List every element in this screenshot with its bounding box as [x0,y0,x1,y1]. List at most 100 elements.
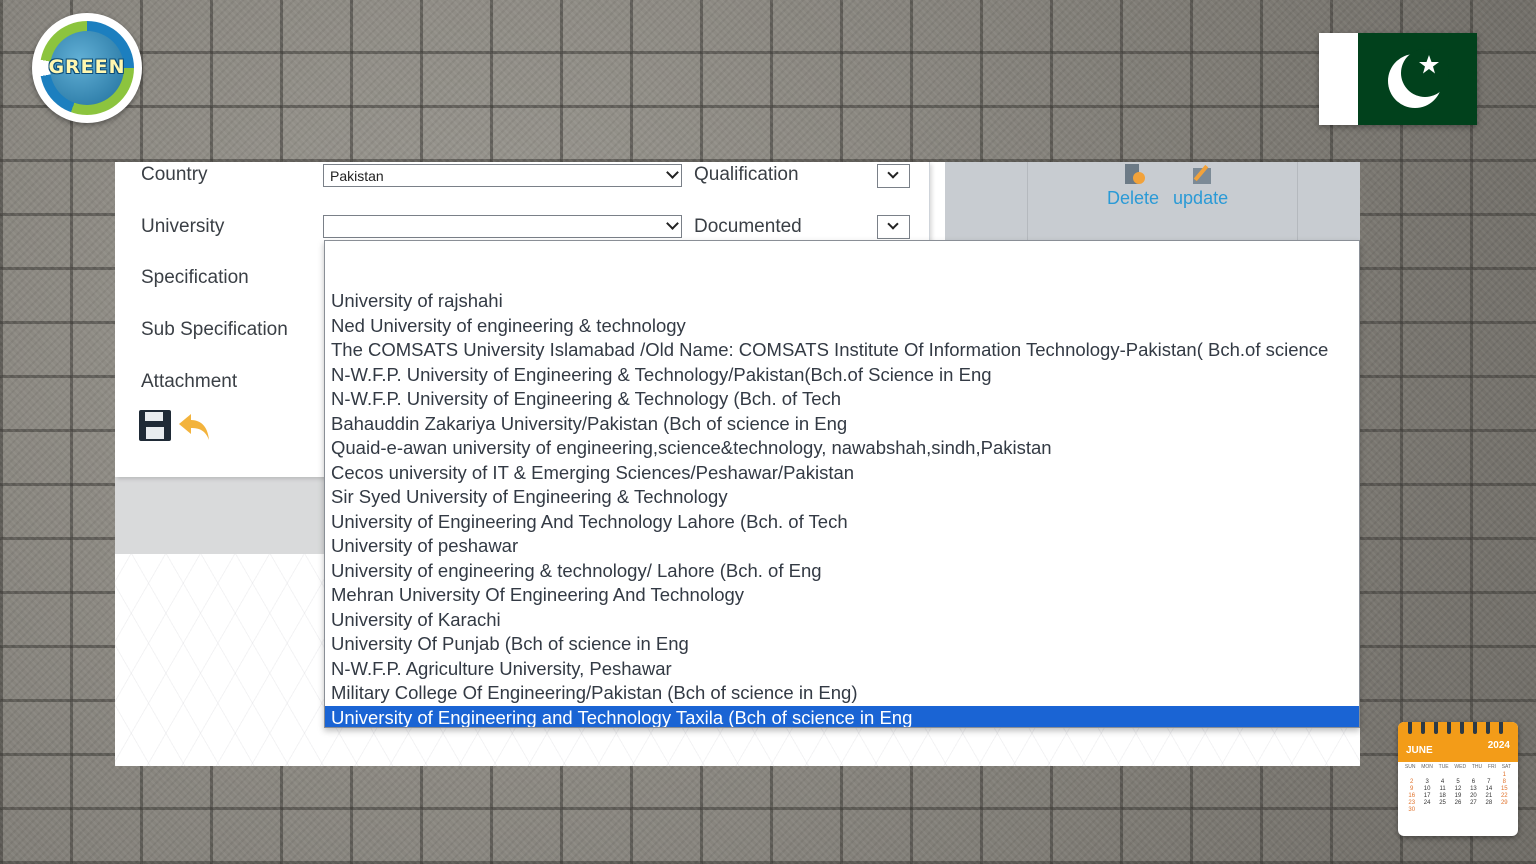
calendar-day: 27 [1470,800,1477,806]
calendar-day [1466,772,1481,778]
university-label: University [141,216,225,237]
documented-label: Documented [694,216,802,237]
university-option[interactable]: Quaid-e-awan university of engineering,s… [325,436,1359,461]
country-label: Country [141,164,208,185]
attachment-label: Attachment [141,371,238,392]
university-select[interactable] [323,215,682,238]
university-option[interactable]: N-W.F.P. University of Engineering & Tec… [325,387,1359,412]
calendar-rings [1408,722,1503,734]
university-option[interactable]: Bahauddin Zakariya University/Pakistan (… [325,412,1359,437]
calendar-day: 22 [1500,793,1508,799]
calendar-year: 2024 [1487,740,1510,751]
logo-text: GREEN [48,56,126,78]
update-label: update [1173,188,1229,208]
sub-specification-label: Sub Specification [141,319,288,340]
country-select[interactable]: Pakistan [323,164,682,187]
university-options: University of rajshahi Ned University of … [325,241,1359,727]
calendar-day: 1 [1502,772,1506,778]
grid-divider [1027,162,1028,242]
weekday-label: THU [1471,764,1483,770]
calendar-day: 14 [1485,786,1493,792]
weekday-label: TUE [1438,764,1449,770]
calendar-day: 24 [1423,800,1431,806]
chevron-down-icon [666,166,679,179]
calendar-header: JUNE 2024 [1398,722,1518,762]
university-option[interactable]: N-W.F.P. Agriculture University, Peshawa… [325,657,1359,682]
university-option[interactable]: Cecos university of IT & Emerging Scienc… [325,461,1359,486]
pakistan-flag [1319,33,1477,125]
calendar-day: 23 [1408,800,1416,806]
calendar-day: 20 [1470,793,1477,799]
calendar-day: 26 [1454,800,1462,806]
university-option[interactable]: Sir Syed University of Engineering & Tec… [325,485,1359,510]
calendar-day [1419,772,1434,778]
save-icon[interactable] [139,410,171,441]
country-select-value: Pakistan [330,168,384,184]
calendar-day: 3 [1425,779,1429,785]
calendar-day: 6 [1471,779,1476,785]
documented-select[interactable] [877,215,910,239]
calendar-day [1450,772,1465,778]
university-dropdown-list[interactable]: University of rajshahi Ned University of … [324,240,1360,728]
grid-divider [1297,162,1298,242]
calendar-day: 5 [1456,779,1460,785]
calendar-day: 30 [1408,807,1416,813]
weekday-label: MON [1421,764,1433,770]
calendar-day: 7 [1487,779,1491,785]
calendar-day: 10 [1423,786,1431,792]
calendar-day: 19 [1454,793,1462,799]
calendar-day: 13 [1470,786,1477,792]
calendar-day: 18 [1439,793,1446,799]
university-option[interactable]: University of rajshahi [325,289,1359,314]
university-option[interactable]: Mehran University Of Engineering And Tec… [325,583,1359,608]
chevron-down-icon [666,217,679,230]
university-option[interactable]: University of engineering & technology/ … [325,559,1359,584]
action-buttons: Delete update [1107,164,1228,209]
calendar-day: 29 [1500,800,1508,806]
crescent-star-icon [1388,49,1449,108]
calendar-day: 21 [1485,793,1493,799]
delete-button[interactable]: Delete [1107,164,1159,209]
chevron-down-icon [887,218,899,230]
calendar-days: 1 2 3 4 5 6 7 8 9 10 11 12 13 14 15 16 17 18 19 20 21 22 23 24 2… [1398,770,1518,813]
update-button[interactable]: update [1173,164,1228,209]
university-option[interactable]: University of Karachi [325,608,1359,633]
university-option[interactable]: Military College Of Engineering/Pakistan… [325,681,1359,706]
calendar-widget: JUNE 2024 SUN MON TUE WED THU FRI SAT 12345678… [1398,722,1518,836]
weekday-label: WED [1454,764,1467,770]
weekday-label: FRI [1487,764,1496,770]
calendar-day [1435,772,1450,778]
weekday-label: SAT [1501,764,1512,770]
delete-icon [1119,164,1147,188]
weekday-label: SUN [1404,764,1416,770]
qualification-select[interactable] [877,164,910,188]
calendar-day: 16 [1408,793,1416,799]
university-option[interactable]: N-W.F.P. University of Engineering & Tec… [325,363,1359,388]
chevron-down-icon [887,167,899,179]
calendar-day: 11 [1439,786,1446,792]
calendar-day: 9 [1410,786,1414,792]
qualification-label: Qualification [694,164,799,185]
calendar-day: 28 [1485,800,1493,806]
green-logo: GREEN [32,13,142,123]
action-panel: Delete update [945,162,1360,242]
calendar-day [1481,772,1496,778]
calendar-day: 8 [1502,779,1506,785]
university-option[interactable]: University of Engineering and Technology… [325,705,1359,727]
delete-label: Delete [1107,188,1160,208]
university-option[interactable]: The COMSATS University Islamabad /Old Na… [325,338,1359,363]
undo-icon[interactable] [177,410,211,442]
calendar-month: JUNE [1406,745,1433,756]
university-option[interactable]: University of peshawar [325,534,1359,559]
university-option[interactable]: University of Engineering And Technology… [325,510,1359,535]
university-option[interactable]: Ned University of engineering & technolo… [325,314,1359,339]
university-option[interactable]: University Of Punjab (Bch of science in … [325,632,1359,657]
calendar-day: 2 [1410,779,1414,785]
calendar-day: 12 [1454,786,1462,792]
calendar-day: 17 [1423,793,1431,799]
calendar-day: 25 [1439,800,1446,806]
calendar-weekdays: SUN MON TUE WED THU FRI SAT [1398,762,1518,770]
calendar-day: 4 [1440,779,1445,785]
specification-label: Specification [141,267,249,288]
calendar-day: 15 [1500,786,1508,792]
